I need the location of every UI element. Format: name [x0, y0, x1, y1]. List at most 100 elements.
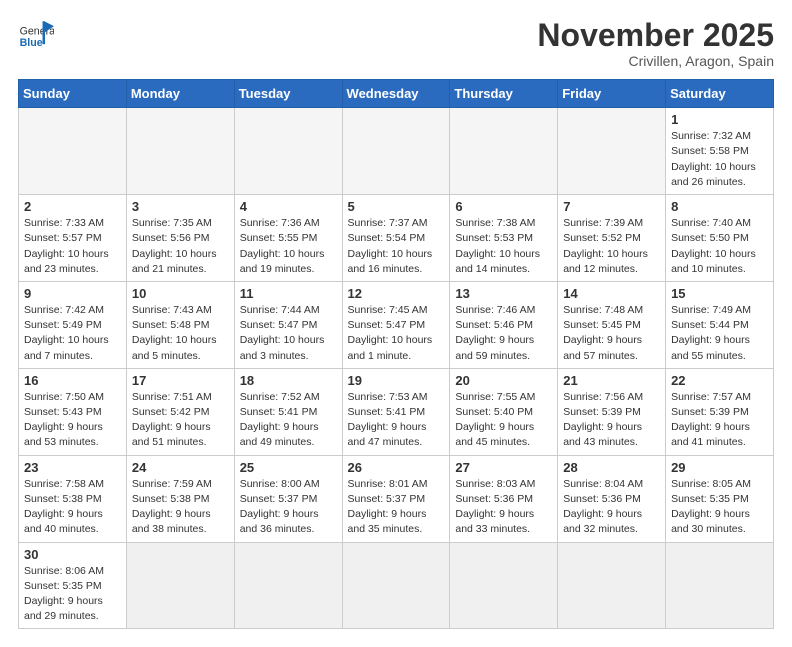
day-number: 12: [348, 286, 445, 301]
weekday-header-tuesday: Tuesday: [234, 80, 342, 108]
day-info: Sunrise: 7:55 AM Sunset: 5:40 PM Dayligh…: [455, 390, 552, 451]
day-number: 2: [24, 199, 121, 214]
calendar-cell: 3Sunrise: 7:35 AM Sunset: 5:56 PM Daylig…: [126, 195, 234, 282]
calendar-cell: 27 Sunrise: 8:03 AM Sunset: 5:36 PM Dayli…: [450, 455, 558, 542]
logo-icon: General Blue: [18, 18, 54, 54]
day-number: 24: [132, 460, 229, 475]
day-info: Sunrise: 7:33 AM Sunset: 5:57 PM Dayligh…: [24, 216, 121, 277]
day-number: 7: [563, 199, 660, 214]
calendar-cell: [450, 542, 558, 629]
day-info: Sunrise: 7:49 AM Sunset: 5:44 PM Dayligh…: [671, 303, 768, 364]
day-number: 29: [671, 460, 768, 475]
calendar-cell: [450, 108, 558, 195]
day-info: Sunrise: 7:42 AM Sunset: 5:49 PM Dayligh…: [24, 303, 121, 364]
weekday-header-wednesday: Wednesday: [342, 80, 450, 108]
day-info: Sunrise: 7:52 AM Sunset: 5:41 PM Dayligh…: [240, 390, 337, 451]
calendar-cell: 8Sunrise: 7:40 AM Sunset: 5:50 PM Daylig…: [666, 195, 774, 282]
calendar-cell: 26Sunrise: 8:01 AM Sunset: 5:37 PM Dayli…: [342, 455, 450, 542]
calendar-cell: 21 Sunrise: 7:56 AM Sunset: 5:39 PM Dayli…: [558, 368, 666, 455]
calendar-cell: 9 Sunrise: 7:42 AM Sunset: 5:49 PM Daylig…: [19, 281, 127, 368]
day-number: 5: [348, 199, 445, 214]
calendar-cell: 10 Sunrise: 7:43 AM Sunset: 5:48 PM Dayli…: [126, 281, 234, 368]
week-row-1: 1Sunrise: 7:32 AM Sunset: 5:58 PM Daylig…: [19, 108, 774, 195]
week-row-3: 9 Sunrise: 7:42 AM Sunset: 5:49 PM Daylig…: [19, 281, 774, 368]
calendar-cell: [558, 542, 666, 629]
day-info: Sunrise: 7:39 AM Sunset: 5:52 PM Dayligh…: [563, 216, 660, 277]
weekday-header-saturday: Saturday: [666, 80, 774, 108]
day-info: Sunrise: 7:51 AM Sunset: 5:42 PM Dayligh…: [132, 390, 229, 451]
day-number: 15: [671, 286, 768, 301]
weekday-header-thursday: Thursday: [450, 80, 558, 108]
day-info: Sunrise: 8:03 AM Sunset: 5:36 PM Dayligh…: [455, 477, 552, 538]
week-row-6: 30 Sunrise: 8:06 AM Sunset: 5:35 PM Dayli…: [19, 542, 774, 629]
day-number: 22: [671, 373, 768, 388]
weekday-header-monday: Monday: [126, 80, 234, 108]
calendar-cell: 24Sunrise: 7:59 AM Sunset: 5:38 PM Dayli…: [126, 455, 234, 542]
day-info: Sunrise: 7:44 AM Sunset: 5:47 PM Dayligh…: [240, 303, 337, 364]
calendar-cell: [126, 542, 234, 629]
calendar-cell: 18 Sunrise: 7:52 AM Sunset: 5:41 PM Dayli…: [234, 368, 342, 455]
day-info: Sunrise: 7:36 AM Sunset: 5:55 PM Dayligh…: [240, 216, 337, 277]
weekday-header-row: SundayMondayTuesdayWednesdayThursdayFrid…: [19, 80, 774, 108]
title-block: November 2025 Crivillen, Aragon, Spain: [537, 18, 774, 69]
day-number: 4: [240, 199, 337, 214]
weekday-header-friday: Friday: [558, 80, 666, 108]
calendar-cell: 15 Sunrise: 7:49 AM Sunset: 5:44 PM Dayli…: [666, 281, 774, 368]
calendar-cell: 28Sunrise: 8:04 AM Sunset: 5:36 PM Dayli…: [558, 455, 666, 542]
calendar-cell: [558, 108, 666, 195]
calendar-cell: 4 Sunrise: 7:36 AM Sunset: 5:55 PM Daylig…: [234, 195, 342, 282]
calendar-cell: 20 Sunrise: 7:55 AM Sunset: 5:40 PM Dayli…: [450, 368, 558, 455]
day-info: Sunrise: 7:35 AM Sunset: 5:56 PM Dayligh…: [132, 216, 229, 277]
day-number: 11: [240, 286, 337, 301]
calendar-cell: [19, 108, 127, 195]
calendar-cell: [234, 108, 342, 195]
calendar-cell: 29 Sunrise: 8:05 AM Sunset: 5:35 PM Dayli…: [666, 455, 774, 542]
day-number: 10: [132, 286, 229, 301]
day-info: Sunrise: 7:43 AM Sunset: 5:48 PM Dayligh…: [132, 303, 229, 364]
day-info: Sunrise: 8:06 AM Sunset: 5:35 PM Dayligh…: [24, 564, 121, 625]
day-number: 17: [132, 373, 229, 388]
calendar-cell: 6Sunrise: 7:38 AM Sunset: 5:53 PM Daylig…: [450, 195, 558, 282]
calendar-cell: 22Sunrise: 7:57 AM Sunset: 5:39 PM Dayli…: [666, 368, 774, 455]
week-row-2: 2 Sunrise: 7:33 AM Sunset: 5:57 PM Daylig…: [19, 195, 774, 282]
day-number: 19: [348, 373, 445, 388]
calendar-cell: 5Sunrise: 7:37 AM Sunset: 5:54 PM Daylig…: [342, 195, 450, 282]
day-info: Sunrise: 7:40 AM Sunset: 5:50 PM Dayligh…: [671, 216, 768, 277]
day-number: 9: [24, 286, 121, 301]
calendar-cell: 19 Sunrise: 7:53 AM Sunset: 5:41 PM Dayli…: [342, 368, 450, 455]
calendar-cell: 11 Sunrise: 7:44 AM Sunset: 5:47 PM Dayli…: [234, 281, 342, 368]
page-header: General Blue November 2025 Crivillen, Ar…: [18, 18, 774, 69]
calendar-cell: 2 Sunrise: 7:33 AM Sunset: 5:57 PM Daylig…: [19, 195, 127, 282]
calendar-cell: [666, 542, 774, 629]
calendar-cell: 30 Sunrise: 8:06 AM Sunset: 5:35 PM Dayli…: [19, 542, 127, 629]
day-info: Sunrise: 8:05 AM Sunset: 5:35 PM Dayligh…: [671, 477, 768, 538]
week-row-4: 16Sunrise: 7:50 AM Sunset: 5:43 PM Dayli…: [19, 368, 774, 455]
day-number: 23: [24, 460, 121, 475]
day-info: Sunrise: 7:56 AM Sunset: 5:39 PM Dayligh…: [563, 390, 660, 451]
day-number: 13: [455, 286, 552, 301]
day-number: 1: [671, 112, 768, 127]
day-number: 18: [240, 373, 337, 388]
day-number: 30: [24, 547, 121, 562]
day-number: 25: [240, 460, 337, 475]
day-number: 20: [455, 373, 552, 388]
day-info: Sunrise: 7:53 AM Sunset: 5:41 PM Dayligh…: [348, 390, 445, 451]
calendar-cell: 7 Sunrise: 7:39 AM Sunset: 5:52 PM Daylig…: [558, 195, 666, 282]
day-number: 21: [563, 373, 660, 388]
logo: General Blue: [18, 18, 54, 54]
calendar-cell: 1Sunrise: 7:32 AM Sunset: 5:58 PM Daylig…: [666, 108, 774, 195]
day-info: Sunrise: 7:58 AM Sunset: 5:38 PM Dayligh…: [24, 477, 121, 538]
calendar-cell: 16Sunrise: 7:50 AM Sunset: 5:43 PM Dayli…: [19, 368, 127, 455]
calendar-cell: [126, 108, 234, 195]
day-info: Sunrise: 7:48 AM Sunset: 5:45 PM Dayligh…: [563, 303, 660, 364]
day-number: 27: [455, 460, 552, 475]
calendar-cell: 14Sunrise: 7:48 AM Sunset: 5:45 PM Dayli…: [558, 281, 666, 368]
day-info: Sunrise: 8:01 AM Sunset: 5:37 PM Dayligh…: [348, 477, 445, 538]
weekday-header-sunday: Sunday: [19, 80, 127, 108]
calendar-cell: 23 Sunrise: 7:58 AM Sunset: 5:38 PM Dayli…: [19, 455, 127, 542]
svg-text:Blue: Blue: [20, 37, 43, 49]
calendar-cell: [234, 542, 342, 629]
month-title: November 2025: [537, 18, 774, 53]
calendar-cell: 17 Sunrise: 7:51 AM Sunset: 5:42 PM Dayli…: [126, 368, 234, 455]
day-number: 16: [24, 373, 121, 388]
